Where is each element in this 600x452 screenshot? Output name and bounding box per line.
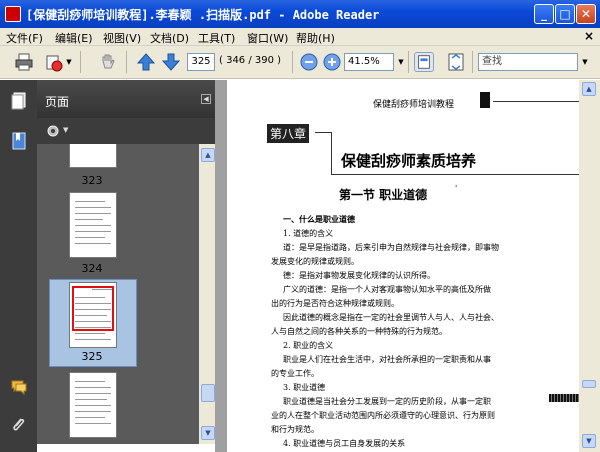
pages-panel-header: 页面 ◀ [37,80,215,118]
search-dropdown-icon[interactable]: ▼ [580,54,590,70]
menu-view[interactable]: 视图(V) [103,30,141,46]
text-line: 一、什么是职业道德 [283,214,355,224]
collapse-panel-icon[interactable]: ◀ [201,94,211,104]
toolbar-separator [408,51,409,73]
attachments-icon[interactable] [10,416,28,434]
navigation-strip [0,80,37,452]
text-line: 2. 职业的含义 [283,341,334,350]
print-icon[interactable] [14,52,34,72]
text-line: 职业道德是当社会分工发展到一定的历史阶段，从事一定职 [283,397,491,406]
menu-file[interactable]: 文件(F) [6,30,43,46]
chapter-rule-left [315,132,331,133]
toolbar-separator [126,51,127,73]
document-close-icon[interactable]: × [584,29,594,43]
menu-bar: 文件(F) 编辑(E) 视图(V) 文档(D) 工具(T) 窗口(W) 帮助(H… [0,28,600,46]
chapter-title: 保健刮痧师素质培养 [341,152,477,170]
thumbnails-scrollbar[interactable]: ▲ ▼ [199,144,215,444]
pages-icon[interactable] [10,92,28,110]
text-line: 3. 职业道德 [283,383,326,392]
maximize-button[interactable]: □ [555,4,575,24]
section-title: 第一节 职业道德 [339,188,428,202]
page-thumbnails-list: 323 324 325 [37,144,199,444]
minimize-button[interactable]: _ [534,4,554,24]
scroll-up-icon[interactable]: ▲ [201,148,215,162]
page-thumbnail[interactable] [69,372,117,438]
text-line: 的专业工作。 [271,369,319,378]
document-view[interactable]: 保健刮痧师培训教程 第八章 保健刮痧师素质培养 第一节 职业道德 ' 一、什么是… [215,80,600,452]
text-line: 和行为规范。 [271,425,319,434]
text-line: 1. 道德的含义 [283,229,334,238]
menu-window[interactable]: 窗口(W) [247,30,288,46]
text-line: 人与自然之间的各种关系的一种特殊的行为规范。 [271,327,447,336]
fit-width-icon[interactable] [414,52,434,72]
page-thumbnail-selected[interactable] [69,282,117,348]
bookmarks-icon[interactable] [10,132,28,150]
chapter-rule-vertical [331,132,332,174]
scan-artifact [549,394,579,402]
section-mark: ' [455,184,458,193]
text-line: 发展变化的规律或规则。 [271,257,359,266]
page-thumbnail[interactable] [69,192,117,258]
text-line: 广义的道德：是指一个人对客观事物认知水平的高低及所做 [283,285,491,294]
chapter-tag: 第八章 [267,124,310,143]
document-page: 保健刮痧师培训教程 第八章 保健刮痧师素质培养 第一节 职业道德 ' 一、什么是… [227,80,579,452]
close-button[interactable]: ✕ [576,4,596,24]
fit-page-icon[interactable] [446,52,466,72]
pages-panel-toolbar: ▼ [37,118,215,144]
scroll-down-icon[interactable]: ▼ [201,426,215,440]
visible-area-box[interactable] [72,286,114,331]
pages-panel-title: 页面 [45,95,70,109]
options-gear-icon[interactable] [45,123,63,139]
header-rule [493,101,579,102]
page-number-input[interactable]: 325 [187,53,215,71]
text-line: 业的人在整个职业活动范围内所必须遵守的心理意识、行为原则 [271,411,495,420]
zoom-dropdown-icon[interactable]: ▼ [396,54,406,70]
thumbnail-label: 325 [81,350,103,363]
toolbar-separator [292,51,293,73]
thumbnail-label: 323 [81,174,103,187]
window-title: [保健刮痧师培训教程].李春颖 .扫描版.pdf - Adobe Reader [26,8,380,22]
text-line: 4. 职业道德与员工自身发展的关系 [283,439,406,448]
zoom-level-input[interactable]: 41.5% [344,53,394,71]
menu-edit[interactable]: 编辑(E) [55,30,93,46]
header-marker [480,92,490,108]
zoom-out-icon[interactable] [299,52,319,72]
adobe-reader-icon [5,6,21,22]
document-scrollbar[interactable]: ▲ ▼ [579,80,600,452]
menu-document[interactable]: 文档(D) [150,30,189,46]
toolbar-separator [472,51,473,73]
toolbar: ▼ 325 ( 346 / 390 ) 41.5% ▼ 查找 ▼ [0,46,600,79]
title-bar[interactable]: [保健刮痧师培训教程].李春颖 .扫描版.pdf - Adobe Reader … [0,0,600,28]
text-line: 道：是早是指道路，后来引申为自然规律与社会规律，即事物 [283,243,499,252]
toolbar-separator [80,51,81,73]
running-header: 保健刮痧师培训教程 [373,100,455,110]
menu-tools[interactable]: 工具(T) [198,30,235,46]
scroll-up-icon[interactable]: ▲ [582,82,596,96]
page-thumbnail[interactable] [69,144,117,168]
zoom-in-icon[interactable] [322,52,342,72]
chapter-rule-bottom [331,174,579,175]
comments-icon[interactable] [10,378,28,396]
text-line: 职业是人们在社会生活中，对社会所承担的一定职责和从事 [283,355,491,364]
scroll-down-icon[interactable]: ▼ [582,434,596,448]
hand-tool-icon[interactable] [98,52,118,72]
next-page-icon[interactable] [161,52,181,72]
scrollbar-thumb[interactable] [582,380,596,388]
thumbnail-label: 324 [81,262,103,275]
text-line: 德：是指对事物发展变化规律的认识所得。 [283,271,435,280]
text-line: 出的行为是否符合这种规律或规则。 [271,299,399,308]
chevron-down-icon[interactable]: ▼ [64,54,74,70]
menu-help[interactable]: 帮助(H) [296,30,335,46]
options-dropdown-icon[interactable]: ▼ [63,126,68,134]
previous-page-icon[interactable] [136,52,156,72]
search-input[interactable]: 查找 [478,53,578,71]
page-count: ( 346 / 390 ) [219,55,282,66]
scrollbar-thumb[interactable] [201,384,215,402]
email-share-icon[interactable] [44,52,64,72]
text-line: 因此道德的概念是指在一定的社会里调节人与人、人与社会、 [283,313,499,322]
